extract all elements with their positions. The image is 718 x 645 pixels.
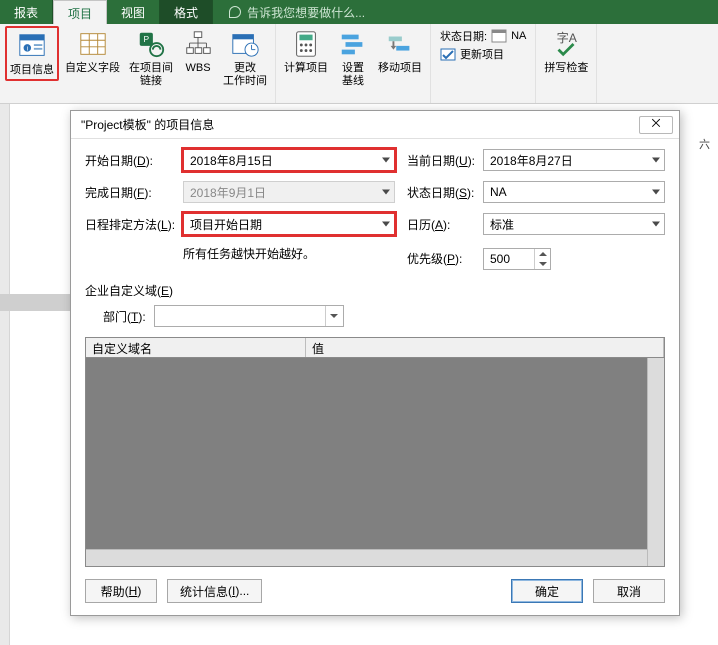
update-project-button[interactable]: 更新项目 bbox=[440, 46, 526, 62]
project-info-icon: i bbox=[16, 30, 48, 62]
stats-button[interactable]: 统计信息(I)... bbox=[167, 579, 262, 603]
dialog-title: "Project模板" 的项目信息 bbox=[81, 116, 214, 133]
grid-col-name[interactable]: 自定义域名 bbox=[86, 338, 306, 357]
chevron-down-icon bbox=[382, 190, 390, 195]
chevron-down-icon bbox=[652, 222, 660, 227]
enterprise-section-label: 企业自定义域(E) bbox=[85, 282, 665, 299]
tab-view[interactable]: 视图 bbox=[107, 0, 160, 24]
dept-combo[interactable] bbox=[154, 305, 344, 327]
ribbon-tabs: 报表 项目 视图 格式 告诉我您想要做什么... bbox=[0, 0, 718, 24]
finish-date-label: 完成日期(F): bbox=[85, 184, 183, 201]
svg-text:字A: 字A bbox=[557, 30, 578, 45]
chevron-down-icon bbox=[330, 314, 338, 318]
custom-fields-grid[interactable]: 自定义域名 值 bbox=[85, 337, 665, 567]
custom-fields-label: 自定义字段 bbox=[65, 62, 120, 75]
tell-me-search[interactable]: 告诉我您想要做什么... bbox=[213, 0, 718, 24]
finish-date-combo: 2018年9月1日 bbox=[183, 181, 395, 203]
spelling-icon: 字A bbox=[550, 28, 582, 60]
baseline-label: 设置 基线 bbox=[342, 62, 364, 88]
project-info-label: 项目信息 bbox=[10, 64, 54, 77]
project-info-dialog: "Project模板" 的项目信息 ⨉ 开始日期(D): 2018年8月15日 … bbox=[70, 110, 680, 616]
current-date-label: 当前日期(U): bbox=[407, 152, 483, 169]
cancel-button[interactable]: 取消 bbox=[593, 579, 665, 603]
close-icon: ⨉ bbox=[652, 118, 661, 131]
ok-button[interactable]: 确定 bbox=[511, 579, 583, 603]
current-date-combo[interactable]: 2018年8月27日 bbox=[483, 149, 665, 171]
help-button[interactable]: 帮助(H) bbox=[85, 579, 157, 603]
change-time-label: 更改 工作时间 bbox=[223, 62, 267, 88]
grid-header: 自定义域名 值 bbox=[86, 338, 664, 358]
priority-spinner[interactable]: 500 bbox=[483, 248, 551, 270]
set-baseline-button[interactable]: 设置 基线 bbox=[334, 26, 372, 90]
wbs-label: WBS bbox=[185, 62, 210, 75]
status-date-row: 状态日期: NA bbox=[440, 28, 526, 44]
links-between-button[interactable]: P 在项目间 链接 bbox=[126, 26, 176, 90]
column-header-sat: 六 bbox=[691, 134, 718, 154]
triangle-up-icon bbox=[539, 252, 547, 256]
row-header-gutter bbox=[0, 104, 10, 645]
dept-label: 部门(T): bbox=[103, 308, 146, 325]
start-date-label: 开始日期(D): bbox=[85, 152, 183, 169]
links-icon: P bbox=[135, 28, 167, 60]
calendar-label: 日历(A): bbox=[407, 216, 483, 233]
status-date-label-dlg: 状态日期(S): bbox=[407, 184, 483, 201]
calendar-icon bbox=[491, 28, 507, 44]
grid-vscrollbar[interactable] bbox=[647, 358, 664, 566]
spin-up[interactable] bbox=[535, 249, 550, 259]
priority-label: 优先级(P): bbox=[407, 250, 483, 267]
baseline-icon bbox=[337, 28, 369, 60]
status-date-combo[interactable]: NA bbox=[483, 181, 665, 203]
ribbon: i 项目信息 自定义字段 P 在项目间 链接 WBS bbox=[0, 24, 718, 104]
dialog-titlebar[interactable]: "Project模板" 的项目信息 ⨉ bbox=[71, 111, 679, 139]
move-label: 移动项目 bbox=[378, 62, 422, 75]
schedule-from-label: 日程排定方法(L): bbox=[85, 216, 183, 233]
tab-project[interactable]: 项目 bbox=[53, 0, 107, 24]
dialog-close-button[interactable]: ⨉ bbox=[639, 116, 673, 134]
status-date-value[interactable]: NA bbox=[511, 30, 526, 42]
schedule-note: 所有任务越快开始越好。 bbox=[183, 245, 395, 262]
svg-text:P: P bbox=[144, 34, 150, 44]
spelling-label: 拼写检查 bbox=[544, 62, 588, 75]
project-info-button[interactable]: i 项目信息 bbox=[5, 26, 59, 81]
chevron-down-icon bbox=[382, 158, 390, 163]
wbs-button[interactable]: WBS bbox=[179, 26, 217, 77]
tab-report[interactable]: 报表 bbox=[0, 0, 53, 24]
tab-format[interactable]: 格式 bbox=[160, 0, 213, 24]
selected-row bbox=[0, 294, 70, 311]
wbs-icon bbox=[182, 28, 214, 60]
schedule-from-combo[interactable]: 项目开始日期 bbox=[183, 213, 395, 235]
calc-icon bbox=[290, 28, 322, 60]
update-label: 更新项目 bbox=[460, 46, 504, 62]
calc-label: 计算项目 bbox=[284, 62, 328, 75]
change-time-button[interactable]: 更改 工作时间 bbox=[220, 26, 270, 90]
custom-fields-icon bbox=[77, 28, 109, 60]
spin-down[interactable] bbox=[535, 259, 550, 269]
start-date-combo[interactable]: 2018年8月15日 bbox=[183, 149, 395, 171]
calendar-combo[interactable]: 标准 bbox=[483, 213, 665, 235]
move-icon bbox=[384, 28, 416, 60]
spelling-button[interactable]: 字A 拼写检查 bbox=[541, 26, 591, 77]
grid-hscrollbar[interactable] bbox=[86, 549, 647, 566]
status-date-label: 状态日期: bbox=[440, 28, 487, 44]
chevron-down-icon bbox=[652, 158, 660, 163]
update-icon bbox=[440, 46, 456, 62]
move-project-button[interactable]: 移动项目 bbox=[375, 26, 425, 77]
lightbulb-icon bbox=[229, 6, 241, 18]
change-time-icon bbox=[229, 28, 261, 60]
grid-col-value[interactable]: 值 bbox=[306, 338, 664, 357]
calc-project-button[interactable]: 计算项目 bbox=[281, 26, 331, 77]
chevron-down-icon bbox=[652, 190, 660, 195]
chevron-down-icon bbox=[382, 222, 390, 227]
triangle-down-icon bbox=[539, 262, 547, 266]
tell-me-placeholder: 告诉我您想要做什么... bbox=[247, 4, 365, 21]
links-label: 在项目间 链接 bbox=[129, 62, 173, 88]
custom-fields-button[interactable]: 自定义字段 bbox=[62, 26, 123, 77]
